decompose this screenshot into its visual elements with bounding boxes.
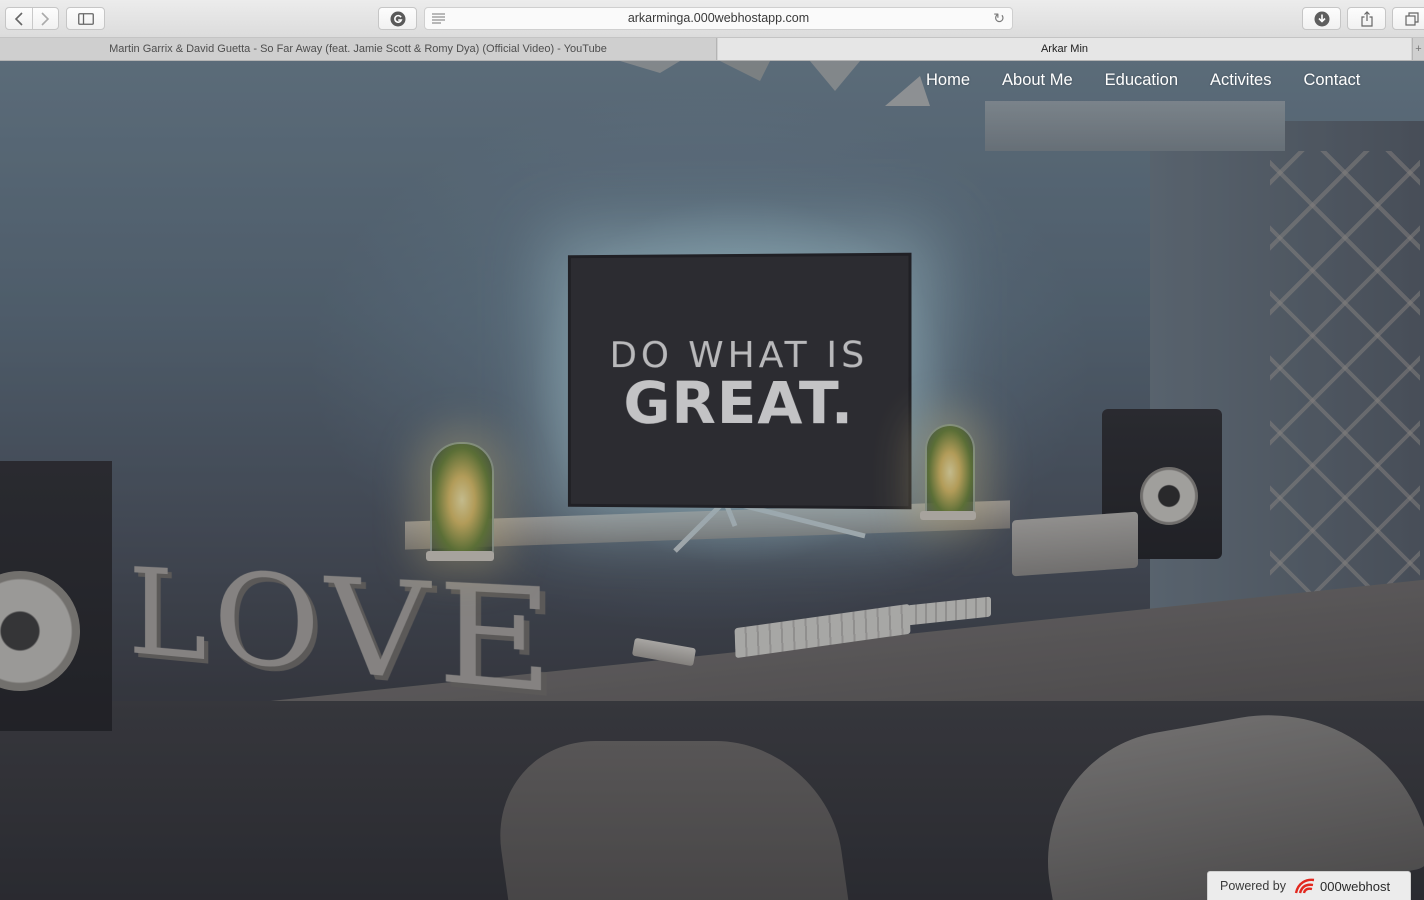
new-tab-button[interactable]: +: [1412, 38, 1424, 60]
chevron-left-icon: [14, 11, 23, 26]
g-extension-icon: [390, 11, 405, 26]
downloads-button[interactable]: [1302, 7, 1341, 30]
nav-about-me[interactable]: About Me: [1002, 71, 1073, 93]
share-button[interactable]: [1347, 7, 1386, 30]
sidebar-button[interactable]: [66, 7, 105, 30]
powered-by-brand: 000webhost: [1320, 878, 1391, 894]
powered-by-label: Powered by: [1220, 879, 1287, 893]
powered-by-badge[interactable]: Powered by 000webhost: [1207, 871, 1411, 900]
share-icon: [1360, 10, 1373, 27]
history-nav: [5, 7, 59, 30]
url-text[interactable]: arkarminga.000webhostapp.com: [425, 11, 1012, 25]
nav-contact[interactable]: Contact: [1303, 71, 1360, 93]
tab-youtube[interactable]: Martin Garrix & David Guetta - So Far Aw…: [0, 38, 717, 60]
nav-activities[interactable]: Activites: [1210, 71, 1271, 93]
tab-bar: Martin Garrix & David Guetta - So Far Aw…: [0, 38, 1424, 61]
forward-button[interactable]: [31, 8, 59, 29]
nav-education[interactable]: Education: [1105, 71, 1178, 93]
sidebar-icon: [77, 12, 94, 25]
nav-home[interactable]: Home: [926, 71, 970, 93]
chevron-right-icon: [41, 11, 50, 26]
000webhost-logo-icon: [1294, 878, 1315, 894]
back-button[interactable]: [6, 8, 32, 29]
address-bar[interactable]: arkarminga.000webhostapp.com ↻: [424, 7, 1013, 30]
hero-section: LOVE DO WHAT IS GREAT. Home About Me Edu…: [0, 61, 1424, 900]
tabs-overview-icon: [1404, 11, 1419, 26]
tab-arkar-min[interactable]: Arkar Min: [718, 38, 1411, 60]
download-icon: [1314, 11, 1329, 26]
browser-toolbar: arkarminga.000webhostapp.com ↻: [0, 0, 1424, 38]
reload-icon[interactable]: ↻: [993, 10, 1005, 27]
hero-overlay: [0, 61, 1424, 900]
extension-button[interactable]: [378, 7, 417, 30]
site-nav: Home About Me Education Activites Contac…: [910, 71, 1376, 93]
tab-overview-button[interactable]: [1392, 7, 1424, 30]
